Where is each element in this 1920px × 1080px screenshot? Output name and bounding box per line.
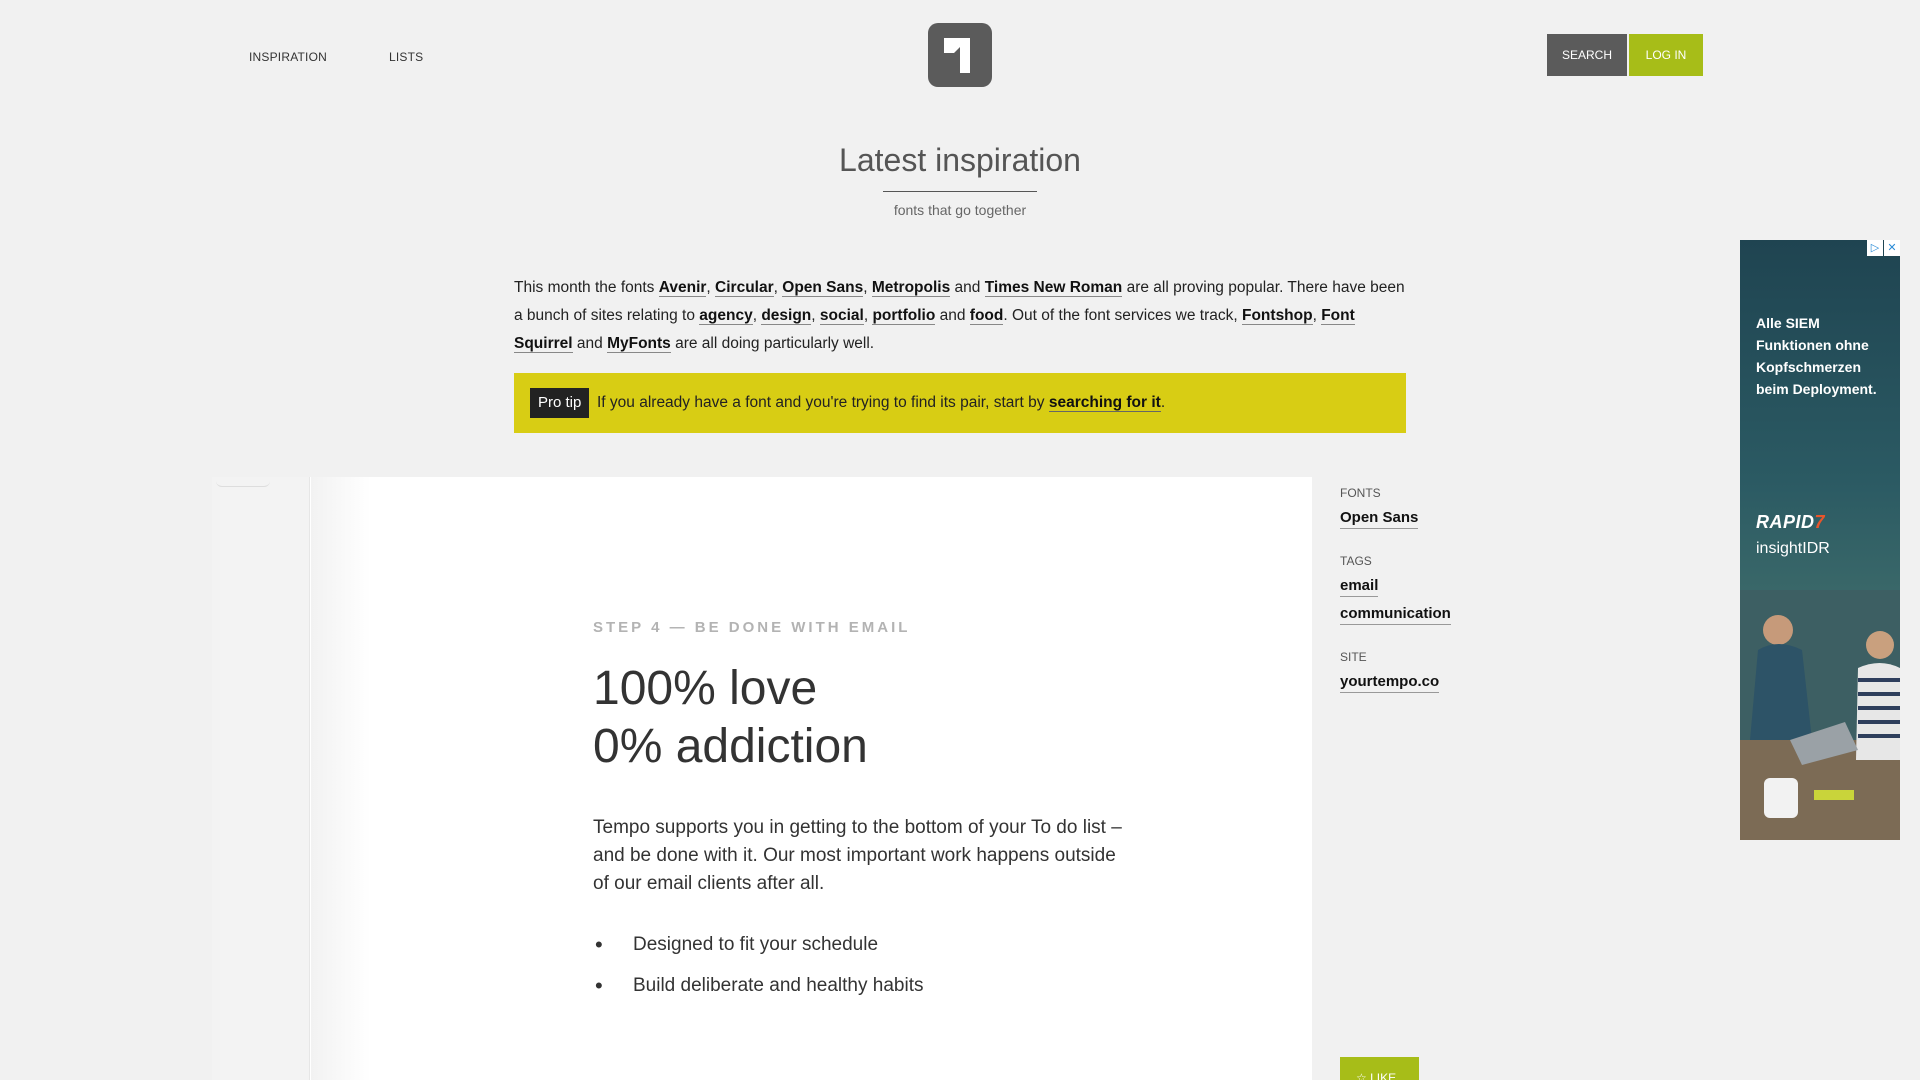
site-label: SITE [1340,650,1367,664]
fonts-label: FONTS [1340,486,1381,500]
site-link[interactable]: yourtempo.co [1340,672,1440,693]
preview-body-copy: Tempo supports you in getting to the bot… [593,817,1122,894]
tag-email-link[interactable]: email [1340,576,1379,597]
tag-communication-link[interactable]: communication [1340,604,1451,625]
ad-headline: Alle SIEM Funktionen ohne Kopfschmerzen … [1756,315,1877,397]
font-link[interactable]: Times New Roman [984,279,1123,297]
ad-controls: ▷ ✕ [1867,240,1900,256]
preview-sidebar [212,477,310,1080]
page-subtitle: fonts that go together [893,202,1027,218]
tag-link[interactable]: portfolio [872,307,936,325]
like-label: LIKE [1370,1071,1397,1080]
pro-tip-badge: Pro tip [530,388,590,418]
pro-tip-banner: Pro tip If you already have a font and y… [514,373,1406,433]
adchoices-icon[interactable]: ▷ [1867,240,1883,256]
font-link[interactable]: Open Sans [782,279,864,297]
tag-link[interactable]: food [969,307,1004,325]
tag-link[interactable]: design [761,307,812,325]
intro-text: are all doing particularly well. [670,335,875,352]
inspiration-screenshot[interactable]: STEP 4 — BE DONE WITH EMAIL 100% love 0%… [212,477,1312,1080]
list-item: Build deliberate and healthy habits [593,972,923,1000]
preview-shadow [311,477,371,1080]
like-button[interactable]: ☆ LIKE [1340,1057,1419,1080]
search-for-it-link[interactable]: searching for it [1048,394,1161,412]
search-button[interactable]: SEARCH [1547,34,1627,76]
tag-link[interactable]: agency [699,307,753,325]
intro-paragraph: This month the fonts Avenir, Circular, O… [514,279,1405,353]
intro-text: This month the fonts [514,279,659,296]
tags-label: TAGS [1340,554,1372,568]
title-divider [883,191,1037,192]
font-link[interactable]: Metropolis [871,279,951,297]
star-icon: ☆ [1356,1071,1367,1080]
login-button[interactable]: LOG IN [1629,34,1703,76]
tag-link[interactable]: social [819,307,864,325]
preview-step-label: STEP 4 — BE DONE WITH EMAIL [593,619,911,636]
preview-headline: 100% love 0% addiction [593,660,868,776]
page-title: Latest inspiration [839,142,1081,178]
list-item: Designed to fit your schedule [593,931,923,959]
ad-photo-people-laptop [1740,590,1900,840]
font-link[interactable]: Circular [715,279,774,297]
preview-headline-line: 0% addiction [593,720,868,773]
service-link[interactable]: MyFonts [607,335,671,353]
nav-inspiration[interactable]: INSPIRATION [249,50,327,64]
ad-product-name: insightIDR [1756,540,1830,557]
preview-sidebar-tab [216,477,270,487]
intro-text: . Out of the font services we track, [1003,307,1242,324]
typeface-logo-icon[interactable] [928,23,992,87]
close-icon[interactable]: ✕ [1884,240,1900,256]
font-link[interactable]: Avenir [658,279,707,297]
font-open-sans-link[interactable]: Open Sans [1340,508,1419,529]
service-link[interactable]: Fontshop [1242,307,1313,325]
nav-lists[interactable]: LISTS [389,50,423,64]
ad-banner[interactable]: ▷ ✕ Alle SIEM Funktionen ohne Kopfschmer… [1740,240,1900,840]
preview-bullet-list: Designed to fit your schedule Build deli… [593,931,923,1013]
preview-headline-line: 100% love [593,662,818,715]
ad-brand-logo: RAPID7 [1756,512,1826,532]
pro-tip-text: If you already have a font and you're tr… [597,394,1166,412]
